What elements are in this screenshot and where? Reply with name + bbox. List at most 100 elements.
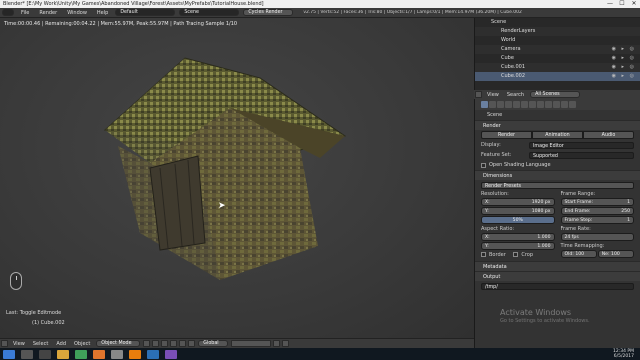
physics-tab-icon[interactable] xyxy=(569,101,576,108)
display-label: Display: xyxy=(481,142,501,148)
layers-icon[interactable] xyxy=(231,340,272,347)
audio-button[interactable]: Audio xyxy=(583,131,634,139)
visibility-icon[interactable]: ◉ ▸ ◎ xyxy=(612,72,636,81)
animation-button[interactable]: Animation xyxy=(532,131,583,139)
output-panel-header[interactable]: Output xyxy=(475,271,640,281)
menu-window[interactable]: Window xyxy=(62,10,92,16)
manipulator-icon[interactable] xyxy=(161,340,169,347)
resolution-percent-slider[interactable]: 50% xyxy=(481,216,555,224)
menu-select[interactable]: Select xyxy=(29,341,52,347)
layout-select[interactable]: Default xyxy=(115,9,176,16)
render-engine-select[interactable]: Cycles Render xyxy=(243,9,294,16)
render-panel-header[interactable]: Render xyxy=(475,120,640,130)
osl-checkbox[interactable] xyxy=(481,162,486,168)
scale-icon[interactable] xyxy=(188,340,196,347)
maximize-button[interactable]: ☐ xyxy=(616,0,628,8)
scene-select[interactable]: Scene xyxy=(179,9,240,16)
remap-new-field[interactable]: Ne: 100 xyxy=(597,250,634,258)
pivot-icon[interactable] xyxy=(152,340,160,347)
display-select[interactable]: Image Editor xyxy=(529,141,634,149)
end-frame-field[interactable]: End Frame: 250 xyxy=(560,207,634,215)
render-button[interactable]: Render xyxy=(481,131,532,139)
render-preview-icon[interactable] xyxy=(282,340,290,347)
menu-object[interactable]: Object xyxy=(70,341,94,347)
remap-old-field[interactable]: Old: 100 xyxy=(560,250,597,258)
photoshop-icon[interactable] xyxy=(147,349,159,359)
outliner-row-renderlayers[interactable]: RenderLayers xyxy=(475,27,640,36)
firefox-icon[interactable] xyxy=(93,349,105,359)
visibility-icon[interactable]: ◉ ▸ ◎ xyxy=(612,54,636,63)
visibility-icon[interactable]: ◉ ▸ ◎ xyxy=(612,45,636,54)
visibility-icon[interactable]: ◉ ▸ ◎ xyxy=(612,63,636,72)
dimensions-panel-header[interactable]: Dimensions xyxy=(475,170,640,180)
outliner-row-cube-002[interactable]: Cube.002 ◉ ▸ ◎ xyxy=(475,72,640,81)
system-clock[interactable]: 12:34 PM 6/5/2017 xyxy=(613,349,640,359)
render-tab-icon[interactable] xyxy=(481,101,488,108)
outliner-row-cube[interactable]: Cube ◉ ▸ ◎ xyxy=(475,54,640,63)
resolution-y-field[interactable]: Y: 1080 px xyxy=(481,207,555,215)
visual-studio-icon[interactable] xyxy=(165,349,177,359)
outliner-row-camera[interactable]: Camera ◉ ▸ ◎ xyxy=(475,45,640,54)
resolution-x-field[interactable]: X: 1920 px xyxy=(481,198,555,206)
particles-tab-icon[interactable] xyxy=(561,101,568,108)
orientation-select[interactable]: Global xyxy=(198,340,229,347)
crop-checkbox[interactable] xyxy=(513,252,519,257)
menu-view[interactable]: View xyxy=(483,92,503,98)
scene-tab-icon[interactable] xyxy=(497,101,504,108)
3d-viewport[interactable]: Time:00:00.46 | Remaining:00:04.22 | Mem… xyxy=(0,18,474,338)
editor-type-icon[interactable] xyxy=(475,91,482,98)
menu-view[interactable]: View xyxy=(9,341,29,347)
layers-tab-icon[interactable] xyxy=(489,101,496,108)
render-presets-select[interactable]: Render Presets xyxy=(481,181,634,189)
scene-stats: v2.75 | Verts:52 | Faces:36 | Tris:80 | … xyxy=(303,10,522,15)
translate-icon[interactable] xyxy=(170,340,178,347)
frame-step-field[interactable]: Frame Step: 1 xyxy=(560,216,634,224)
outliner-label: RenderLayers xyxy=(501,28,536,34)
object-tab-icon[interactable] xyxy=(513,101,520,108)
field-key: Frame Step: xyxy=(564,218,593,223)
shading-icon[interactable] xyxy=(143,340,151,347)
aspect-x-field[interactable]: X: 1.000 xyxy=(481,233,555,241)
menu-help[interactable]: Help xyxy=(92,10,113,16)
menu-render[interactable]: Render xyxy=(34,10,62,16)
mode-select[interactable]: Object Mode xyxy=(96,340,141,347)
outliner-row-scene[interactable]: Scene xyxy=(475,18,640,27)
menu-add[interactable]: Add xyxy=(52,341,70,347)
border-checkbox[interactable] xyxy=(481,252,486,257)
output-path-field[interactable]: /tmp/ xyxy=(481,282,634,290)
search-icon[interactable] xyxy=(21,349,33,359)
outliner-row-cube-001[interactable]: Cube.001 ◉ ▸ ◎ xyxy=(475,63,640,72)
file-explorer-icon[interactable] xyxy=(57,349,69,359)
outliner-row-world[interactable]: World xyxy=(475,36,640,45)
world-tab-icon[interactable] xyxy=(505,101,512,108)
resolution-label: Resolution: xyxy=(481,191,509,197)
menu-search[interactable]: Search xyxy=(503,92,528,98)
menu-file[interactable]: File xyxy=(16,10,34,16)
blender-icon[interactable] xyxy=(129,349,141,359)
chrome-icon[interactable] xyxy=(75,349,87,359)
frame-rate-select[interactable]: 24 fps xyxy=(560,233,634,241)
start-frame-field[interactable]: Start Frame: 1 xyxy=(560,198,634,206)
constraints-tab-icon[interactable] xyxy=(521,101,528,108)
rotate-icon[interactable] xyxy=(179,340,187,347)
field-value: 1 xyxy=(627,218,630,223)
material-tab-icon[interactable] xyxy=(545,101,552,108)
editor-type-icon[interactable] xyxy=(1,340,8,347)
modifiers-tab-icon[interactable] xyxy=(529,101,536,108)
feature-set-select[interactable]: Supported xyxy=(529,151,634,159)
close-button[interactable]: ✕ xyxy=(628,0,640,8)
windows-taskbar: 12:34 PM 6/5/2017 xyxy=(0,348,640,360)
unity-icon[interactable] xyxy=(111,349,123,359)
metadata-panel-header[interactable]: Metadata xyxy=(475,261,640,271)
outliner-label: Cube.002 xyxy=(501,73,526,79)
texture-tab-icon[interactable] xyxy=(553,101,560,108)
field-value: 1.000 xyxy=(537,244,551,249)
aspect-y-field[interactable]: Y: 1.000 xyxy=(481,242,555,250)
task-view-icon[interactable] xyxy=(39,349,51,359)
start-icon[interactable] xyxy=(3,349,15,359)
display-mode-select[interactable]: All Scenes xyxy=(530,91,581,98)
minimize-button[interactable]: — xyxy=(604,0,616,8)
data-tab-icon[interactable] xyxy=(537,101,544,108)
snap-icon[interactable] xyxy=(273,340,281,347)
editor-type-icon[interactable] xyxy=(2,9,14,16)
